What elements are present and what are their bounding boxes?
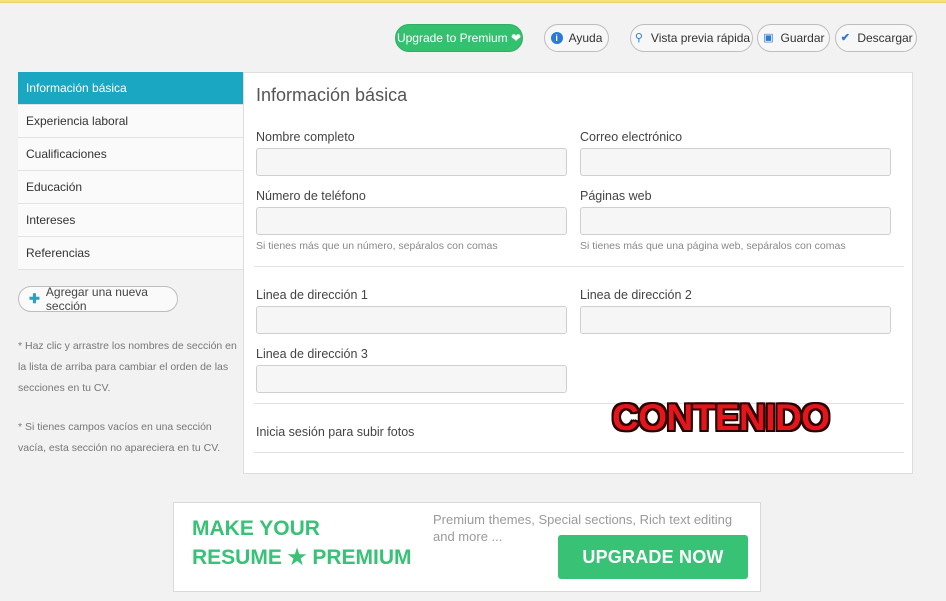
contenido-overlay-text: CONTENIDO — [612, 397, 830, 438]
phone-label: Número de teléfono — [256, 189, 366, 203]
panel-title: Información básica — [256, 85, 408, 105]
upgrade-premium-button[interactable]: Upgrade to Premium ❤ — [395, 24, 523, 52]
divider — [254, 452, 904, 453]
sidebar-item-label: Intereses — [26, 213, 76, 227]
banner-headline-line1: MAKE YOUR — [192, 517, 320, 540]
add-section-label: Agregar una nueva sección — [45, 285, 148, 313]
top-notice-bar — [0, 0, 946, 3]
help-label: Ayuda — [568, 31, 603, 45]
sidebar-item-qualifications[interactable]: Cualificaciones — [18, 138, 243, 171]
check-icon: ✔ — [840, 32, 850, 44]
download-button[interactable]: ✔ Descargar — [835, 24, 917, 52]
full-name-field[interactable] — [256, 148, 567, 176]
sidebar-item-label: Información básica — [26, 81, 127, 95]
download-label: Descargar — [857, 31, 913, 45]
section-sidebar: Información básica Experiencia laboral C… — [18, 72, 243, 270]
save-icon: ▣ — [763, 32, 774, 44]
help-button[interactable]: i Ayuda — [544, 24, 609, 52]
address2-label: Linea de dirección 2 — [580, 288, 692, 302]
upgrade-now-button[interactable]: UPGRADE NOW — [558, 535, 748, 579]
sidebar-item-work-experience[interactable]: Experiencia laboral — [18, 105, 243, 138]
sidebar-item-label: Experiencia laboral — [26, 114, 129, 128]
full-name-label: Nombre completo — [256, 130, 355, 144]
address3-field[interactable] — [256, 365, 567, 393]
email-label: Correo electrónico — [580, 130, 683, 144]
plus-icon: ✚ — [29, 291, 40, 306]
sidebar-item-label: Referencias — [26, 246, 91, 260]
email-field[interactable] — [580, 148, 891, 176]
upgrade-premium-label: Upgrade to Premium ❤ — [396, 31, 522, 45]
banner-headline-line2: RESUME ★ PREMIUM — [192, 546, 412, 569]
address1-label: Linea de dirección 1 — [256, 288, 368, 302]
divider — [254, 266, 904, 267]
web-field[interactable] — [580, 207, 891, 235]
add-section-button[interactable]: ✚ Agregar una nueva sección — [18, 285, 178, 313]
empty-section-hint: * Si tienes campos vacíos en una sección… — [18, 421, 221, 454]
premium-banner: MAKE YOUR RESUME ★ PREMIUM Premium theme… — [173, 502, 761, 592]
sidebar-item-interests[interactable]: Intereses — [18, 204, 243, 237]
save-label: Guardar — [780, 31, 825, 45]
web-label: Páginas web — [580, 189, 652, 203]
search-icon: ⚲ — [634, 32, 643, 44]
info-icon: i — [550, 32, 563, 44]
sidebar-item-label: Cualificaciones — [26, 147, 107, 161]
quick-preview-button[interactable]: ⚲ Vista previa rápida — [630, 24, 753, 52]
sidebar-item-references[interactable]: Referencias — [18, 237, 243, 270]
sidebar-item-label: Educación — [26, 180, 83, 194]
sidebar-item-basic-info[interactable]: Información básica — [18, 72, 243, 105]
address2-field[interactable] — [580, 306, 891, 334]
phone-field[interactable] — [256, 207, 567, 235]
phone-help: Si tienes más que un número, sepáralos c… — [256, 240, 498, 252]
save-button[interactable]: ▣ Guardar — [757, 24, 830, 52]
quick-preview-label: Vista previa rápida — [650, 31, 751, 45]
reorder-hint: * Haz clic y arrastre los nombres de sec… — [18, 340, 237, 394]
address3-label: Linea de dirección 3 — [256, 347, 368, 361]
web-help: Si tienes más que una página web, sepára… — [580, 240, 846, 252]
photo-login-link[interactable]: Inicia sesión para subir fotos — [256, 425, 414, 439]
address1-field[interactable] — [256, 306, 567, 334]
sidebar-item-education[interactable]: Educación — [18, 171, 243, 204]
